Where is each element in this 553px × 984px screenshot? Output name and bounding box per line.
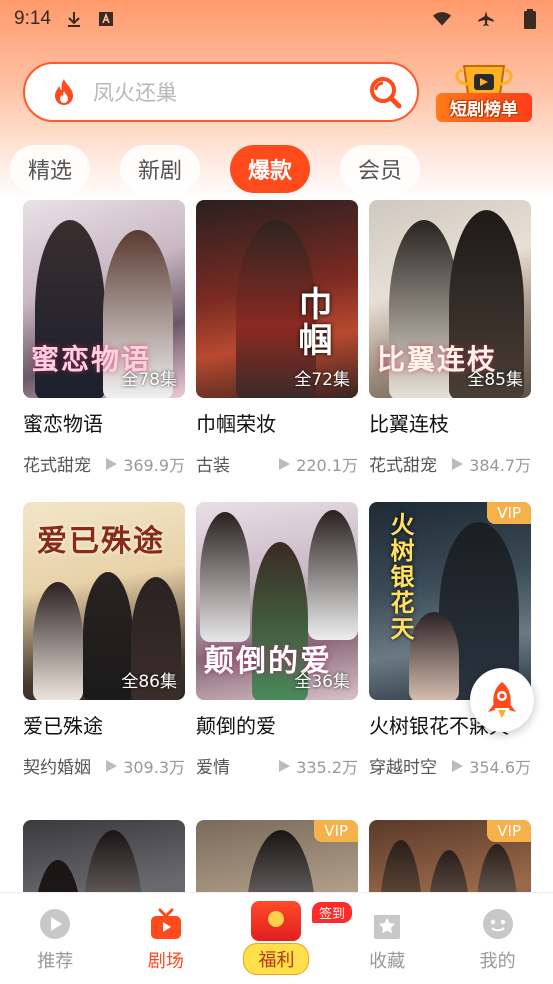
drama-poster[interactable]: 爱已殊途 全86集	[23, 502, 185, 700]
drama-card[interactable]: 蜜恋物语 全78集 蜜恋物语 花式甜宠 369.9万	[23, 200, 185, 476]
view-count-value: 384.7万	[469, 455, 531, 475]
drama-genre: 契约婚姻	[23, 758, 91, 778]
play-count-icon	[106, 457, 118, 470]
download-icon	[65, 10, 83, 28]
drama-title[interactable]: 比翼连枝	[369, 408, 531, 437]
drama-title[interactable]: 颠倒的爱	[196, 710, 358, 739]
drama-genre: 爱情	[196, 758, 230, 778]
nav-label: 推荐	[37, 951, 74, 972]
tab-member[interactable]: 会员	[340, 145, 421, 193]
tab-hot[interactable]: 爆款	[230, 145, 311, 193]
rocket-float-button[interactable]	[470, 668, 534, 732]
vip-badge: VIP	[314, 820, 358, 842]
nav-label: 福利	[243, 943, 310, 975]
drama-poster[interactable]	[23, 820, 185, 892]
drama-genre: 花式甜宠	[369, 456, 437, 476]
ranking-label: 短剧榜单	[436, 93, 532, 122]
poster-title-art: 火树银花天	[386, 512, 415, 642]
status-time: 9:14	[14, 8, 51, 29]
drama-card[interactable]	[23, 820, 185, 892]
drama-title[interactable]: 蜜恋物语	[23, 408, 185, 437]
drama-poster[interactable]: 颠倒的爱 全36集	[196, 502, 358, 700]
star-box-icon	[370, 907, 404, 941]
drama-card[interactable]: 爱已殊途 全86集 爱已殊途 契约婚姻 309.3万	[23, 502, 185, 778]
drama-poster[interactable]: VIP	[369, 820, 531, 892]
drama-card[interactable]: VIP	[196, 820, 358, 892]
drama-card[interactable]: 比翼连枝 全85集 比翼连枝 花式甜宠 384.7万	[369, 200, 531, 476]
view-count: 369.9万	[104, 452, 185, 476]
view-count: 220.1万	[277, 452, 358, 476]
play-count-icon	[106, 759, 118, 772]
play-count-icon	[279, 759, 291, 772]
drama-card[interactable]: VIP	[369, 820, 531, 892]
signin-badge: 签到	[312, 902, 353, 923]
drama-poster[interactable]: VIP	[196, 820, 358, 892]
view-count-value: 335.2万	[296, 757, 358, 777]
play-count-icon	[452, 457, 464, 470]
drama-ranking-button[interactable]: 短剧榜单	[434, 62, 534, 124]
tv-icon	[149, 907, 183, 941]
drama-genre: 古装	[196, 456, 230, 476]
tab-new[interactable]: 新剧	[120, 145, 201, 193]
drama-title[interactable]: 爱已殊途	[23, 710, 185, 739]
drama-poster[interactable]: 比翼连枝 全85集	[369, 200, 531, 398]
view-count: 384.7万	[450, 452, 531, 476]
search-bar[interactable]: 凤火还巢	[23, 62, 419, 122]
view-count-value: 309.3万	[123, 757, 185, 777]
drama-title[interactable]: 巾帼荣妆	[196, 408, 358, 437]
app-notification-icon	[97, 10, 115, 28]
episode-count: 全78集	[121, 370, 177, 390]
search-icon[interactable]	[367, 74, 403, 110]
nav-label: 我的	[479, 951, 516, 972]
nav-profile[interactable]: 我的	[442, 893, 553, 984]
rocket-icon	[488, 682, 516, 718]
episode-count: 全72集	[294, 370, 350, 390]
play-count-icon	[279, 457, 291, 470]
bottom-navigation: 推荐 剧场 福利 收藏 我的	[0, 892, 553, 984]
search-input[interactable]: 凤火还巢	[93, 77, 367, 107]
drama-grid: 蜜恋物语 全78集 蜜恋物语 花式甜宠 369.9万 巾帼 全72集 巾帼荣妆 …	[0, 200, 553, 892]
poster-title-art: 巾帼	[292, 286, 332, 358]
view-count: 335.2万	[277, 754, 358, 778]
play-count-icon	[452, 759, 464, 772]
episode-count: 全86集	[121, 672, 177, 692]
drama-card[interactable]: 火树银花天 VIP 火树银花不寐天 穿越时空 354.6万	[369, 502, 531, 778]
red-envelope-icon	[251, 901, 302, 941]
nav-recommend[interactable]: 推荐	[0, 893, 111, 984]
nav-theater[interactable]: 剧场	[111, 893, 222, 984]
poster-title-art: 爱已殊途	[37, 524, 165, 559]
battery-icon	[521, 9, 539, 29]
drama-genre: 穿越时空	[369, 758, 437, 778]
drama-card[interactable]: 颠倒的爱 全36集 颠倒的爱 爱情 335.2万	[196, 502, 358, 778]
view-count-value: 220.1万	[296, 455, 358, 475]
drama-genre: 花式甜宠	[23, 456, 91, 476]
view-count-value: 369.9万	[123, 455, 185, 475]
view-count-value: 354.6万	[469, 757, 531, 777]
nav-label: 收藏	[369, 951, 406, 972]
status-bar: 9:14	[0, 0, 553, 38]
tab-featured[interactable]: 精选	[10, 145, 91, 193]
nav-label: 剧场	[147, 951, 184, 972]
view-count: 309.3万	[104, 754, 185, 778]
wifi-icon	[433, 10, 451, 28]
episode-count: 全85集	[467, 370, 523, 390]
drama-poster[interactable]: 巾帼 全72集	[196, 200, 358, 398]
vip-badge: VIP	[487, 820, 531, 842]
vip-badge: VIP	[487, 502, 531, 524]
view-count: 354.6万	[450, 754, 531, 778]
play-circle-icon	[38, 907, 72, 941]
drama-poster[interactable]: 蜜恋物语 全78集	[23, 200, 185, 398]
drama-card[interactable]: 巾帼 全72集 巾帼荣妆 古装 220.1万	[196, 200, 358, 476]
category-tabs: 精选 新剧 爆款 会员	[10, 145, 550, 193]
episode-count: 全36集	[294, 672, 350, 692]
airplane-mode-icon	[477, 10, 495, 28]
fire-icon	[49, 77, 79, 107]
smiley-icon	[481, 907, 515, 941]
